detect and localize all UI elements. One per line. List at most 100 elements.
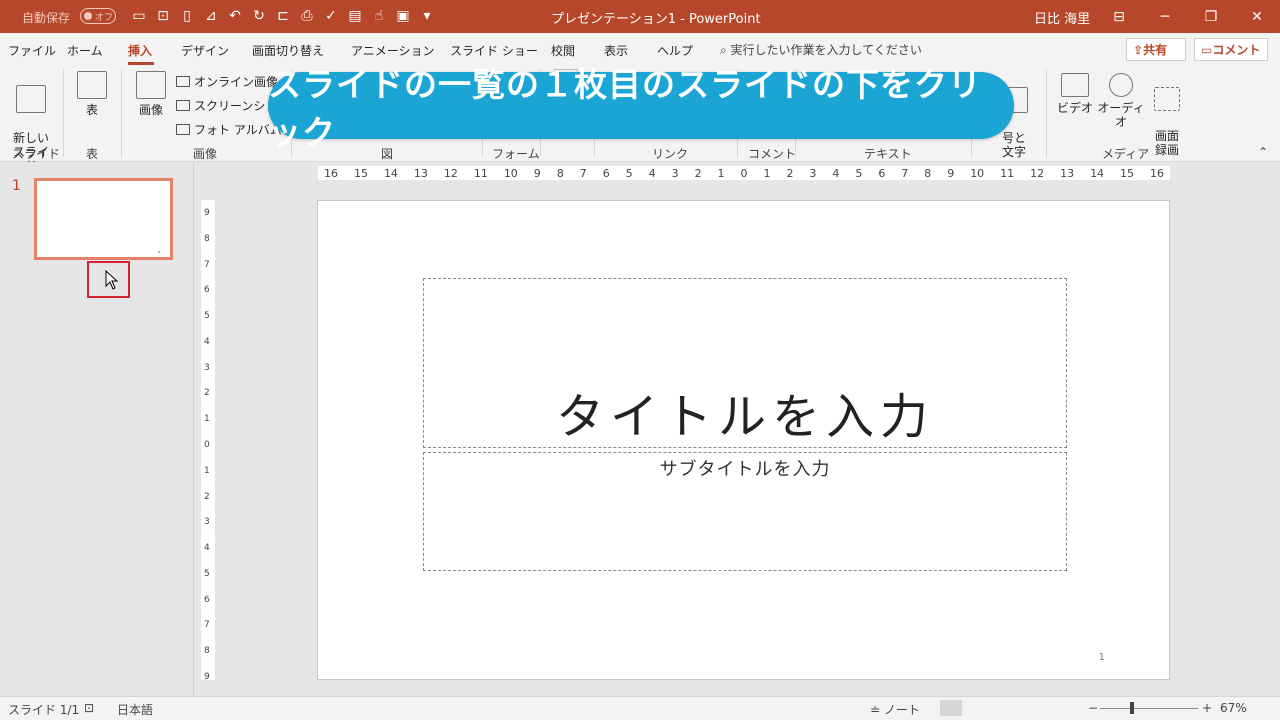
zoom-in-icon[interactable]: + (1202, 701, 1212, 715)
tab-file[interactable]: ファイル (8, 42, 56, 59)
group-label-media: メディア (1102, 147, 1150, 161)
zoom-slider-handle[interactable] (1130, 702, 1134, 714)
normal-view-icon[interactable] (940, 700, 962, 716)
ruler-tick-label: 4 (204, 543, 210, 554)
online-image-icon (176, 76, 190, 87)
ruler-tick-label: 13 (413, 166, 428, 180)
online-image-button[interactable]: オンライン画像 (176, 73, 278, 90)
new-file-icon[interactable]: ▯ (176, 6, 198, 26)
tell-me-text: 実行したい作業を入力してください (730, 43, 922, 57)
ruler-tick-label: 12 (1030, 166, 1045, 180)
ruler-tick-label: 2 (786, 166, 794, 180)
accessibility-icon[interactable]: ⊡ (84, 701, 94, 715)
ruler-tick-label: 3 (204, 362, 210, 373)
zoom-level[interactable]: 67% (1220, 701, 1247, 715)
share-icon: ⇪ (1133, 42, 1144, 57)
comment-label: コメント (1212, 43, 1261, 57)
restore-icon[interactable]: ❐ (1188, 0, 1234, 33)
photo-album-button[interactable]: フォト アルバム (176, 121, 282, 138)
tab-review[interactable]: 校閲 (551, 42, 575, 59)
reading-view-icon[interactable] (1016, 700, 1038, 716)
group-label-slides: スライド (12, 147, 61, 161)
ruler-tick-label: 2 (694, 166, 702, 180)
ruler-tick-label: 10 (503, 166, 518, 180)
tab-home[interactable]: ホーム (67, 42, 103, 59)
video-button[interactable]: ビデオ (1056, 73, 1094, 115)
slide-count[interactable]: スライド 1/1 (8, 701, 79, 718)
audio-button[interactable]: オーディオ (1097, 73, 1145, 129)
ruler-tick-label: 1 (204, 414, 210, 425)
present-from-start-icon[interactable]: ⊡ (152, 6, 174, 26)
spelling-icon[interactable]: ✓ (320, 6, 342, 26)
collapse-ribbon-icon[interactable]: ⌃ (1258, 145, 1268, 159)
tab-insert[interactable]: 挿入 (128, 42, 152, 59)
table-button[interactable]: 表 (72, 71, 112, 117)
tab-slideshow[interactable]: スライド ショー (450, 42, 538, 59)
undo-icon[interactable]: ↶ (224, 6, 246, 26)
user-name[interactable]: 日比 海里 (1034, 8, 1090, 27)
tab-view[interactable]: 表示 (604, 42, 628, 59)
customize-qat-icon[interactable]: ▾ (416, 6, 438, 26)
group-label-images: 画像 (193, 147, 218, 161)
touch-mode-icon[interactable]: ☝ (368, 6, 390, 26)
ruler-tick-label: 7 (901, 166, 909, 180)
screen-record-button[interactable]: 画面 録画 (1150, 73, 1184, 157)
zoom-out-icon[interactable]: − (1088, 701, 1098, 715)
pdf-icon[interactable]: ▤ (344, 6, 366, 26)
slide-page-number: 1 (1098, 652, 1105, 663)
ruler-tick-label: 5 (204, 311, 210, 322)
language-indicator[interactable]: 日本語 (117, 701, 153, 718)
ruler-tick-label: 15 (353, 166, 368, 180)
ruler-tick-label: 9 (533, 166, 541, 180)
ruler-tick-label: 4 (204, 336, 210, 347)
tab-animations[interactable]: アニメーション (351, 42, 435, 59)
autosave-state: オフ (95, 13, 114, 23)
layout-icon[interactable]: ▣ (392, 6, 414, 26)
notes-button[interactable]: ≐ ノート (870, 701, 920, 718)
slideshow-view-icon[interactable] (1054, 700, 1076, 716)
image-button[interactable]: 画像 (132, 71, 170, 117)
ruler-tick-label: 11 (473, 166, 488, 180)
ruler-tick-label: 6 (602, 166, 610, 180)
save-icon[interactable]: ▭ (128, 6, 150, 26)
image-label: 画像 (138, 103, 163, 117)
ruler-tick-label: 4 (832, 166, 840, 180)
open-folder-icon[interactable]: ⊏ (272, 6, 294, 26)
ruler-tick-label: 15 (1120, 166, 1135, 180)
chart-icon[interactable]: ⊿ (200, 6, 222, 26)
slide-thumbnail-pane[interactable]: 1 (0, 162, 194, 696)
comment-button[interactable]: ▭ コメント (1194, 38, 1268, 61)
slide-thumbnail[interactable] (34, 178, 173, 260)
slide-canvas[interactable]: タイトルを入力 サブタイトルを入力 1 (317, 200, 1170, 680)
ruler-tick-label: 1 (763, 166, 771, 180)
title-bar: 自動保存 オフ ▭ ⊡ ▯ ⊿ ↶ ↻ ⊏ ⎙ ✓ ▤ ☝ ▣ ▾ プレゼンテー… (0, 0, 1280, 33)
title-placeholder[interactable]: タイトルを入力 (423, 278, 1067, 448)
ruler-tick-label: 6 (204, 285, 210, 296)
quick-access-toolbar: ▭ ⊡ ▯ ⊿ ↶ ↻ ⊏ ⎙ ✓ ▤ ☝ ▣ ▾ (128, 6, 438, 26)
screenshot-icon (176, 100, 190, 111)
tab-transitions[interactable]: 画面切り替え (252, 42, 324, 59)
ruler-tick-label: 14 (383, 166, 398, 180)
zoom-slider[interactable] (1100, 708, 1198, 709)
video-icon (1061, 73, 1089, 97)
ruler-tick-label: 9 (947, 166, 955, 180)
tell-me-search[interactable]: ⌕ 実行したい作業を入力してください (720, 41, 922, 58)
share-label: 共有 (1143, 43, 1168, 57)
ruler-tick-label: 8 (204, 233, 210, 244)
ruler-tick-label: 16 (1150, 166, 1164, 180)
subtitle-placeholder[interactable]: サブタイトルを入力 (423, 452, 1067, 571)
notes-icon: ≐ (870, 703, 884, 717)
title-placeholder-text: タイトルを入力 (555, 389, 934, 445)
horizontal-ruler: 16 15 14 13 12 11 10 9 8 7 6 5 4 3 2 1 0 1 2 3 4 5 6 7 8 9 10 11 12 1… (318, 166, 1170, 180)
share-button[interactable]: ⇪ 共有 (1126, 38, 1186, 61)
tab-help[interactable]: ヘルプ (657, 42, 693, 59)
close-icon[interactable]: ✕ (1234, 0, 1280, 33)
slide-sorter-icon[interactable] (978, 700, 1000, 716)
ribbon-display-icon[interactable]: ⊟ (1096, 0, 1142, 33)
ruler-tick-label: 5 (855, 166, 863, 180)
minimize-icon[interactable]: ─ (1142, 0, 1188, 33)
print-icon[interactable]: ⎙ (296, 6, 318, 26)
tab-design[interactable]: デザイン (181, 42, 229, 59)
redo-icon[interactable]: ↻ (248, 6, 270, 26)
autosave-toggle[interactable]: オフ (80, 8, 116, 24)
